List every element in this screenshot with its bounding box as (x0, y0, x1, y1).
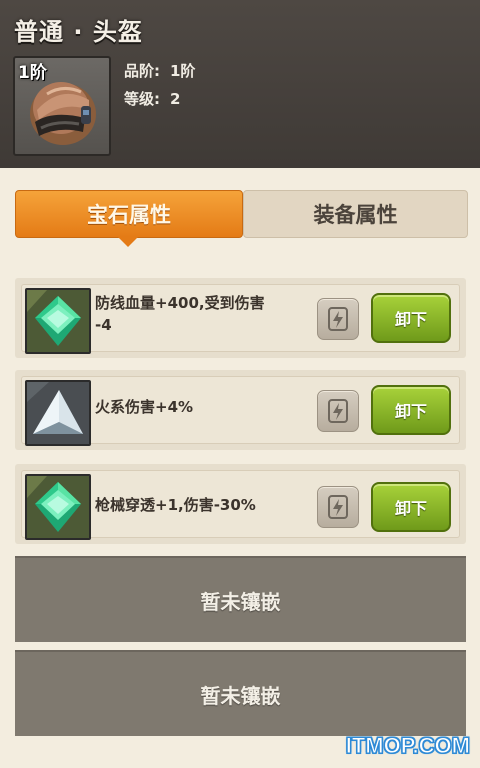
level-label: 等级: (124, 90, 160, 108)
watermark: ITMOP.COM (345, 733, 470, 759)
quality-stat: 品阶: 1阶 (124, 60, 195, 81)
item-title: 普通 · 头盔 (14, 18, 143, 46)
unload-button[interactable]: 卸下 (371, 385, 451, 435)
swap-icon (328, 495, 348, 519)
gem-effect-line1: 枪械穿透+1,伤害-30% (95, 496, 256, 514)
gem-effect-line1: 防线血量+400,受到伤害 (95, 294, 265, 312)
item-icon-frame[interactable]: 1阶 (13, 56, 111, 156)
gem-effect-text: 枪械穿透+1,伤害-30% (95, 494, 315, 516)
unload-button[interactable]: 卸下 (371, 293, 451, 343)
gem-effect-text: 火系伤害+4% (95, 396, 315, 418)
swap-button[interactable] (317, 298, 359, 340)
swap-button[interactable] (317, 390, 359, 432)
tab-equipment-attributes[interactable]: 装备属性 (243, 190, 468, 238)
gem-effect-line2: -4 (95, 316, 112, 334)
quality-value: 1阶 (170, 62, 196, 80)
tab-bar: 宝石属性 装备属性 (15, 190, 468, 247)
green-crystal-icon[interactable] (25, 288, 91, 354)
quality-label: 品阶: (124, 62, 160, 80)
gem-slot-1: 防线血量+400,受到伤害 -4 卸下 (15, 278, 466, 358)
white-triangle-crystal-icon[interactable] (25, 380, 91, 446)
gem-effect-line1: 火系伤害+4% (95, 398, 194, 416)
level-stat: 等级: 2 (124, 88, 180, 109)
swap-icon (328, 399, 348, 423)
empty-gem-slot[interactable]: 暂未镶嵌 (15, 650, 466, 736)
swap-icon (328, 307, 348, 331)
green-crystal-icon[interactable] (25, 474, 91, 540)
item-header: 普通 · 头盔 1阶 品阶: 1阶 等级: 2 (0, 0, 480, 168)
empty-gem-slot[interactable]: 暂未镶嵌 (15, 556, 466, 642)
tier-badge: 1阶 (18, 63, 47, 83)
tab-gem-attributes[interactable]: 宝石属性 (15, 190, 243, 247)
gem-slot-2: 火系伤害+4% 卸下 (15, 370, 466, 450)
gem-effect-text: 防线血量+400,受到伤害 -4 (95, 292, 315, 336)
unload-button[interactable]: 卸下 (371, 482, 451, 532)
gem-slot-3: 枪械穿透+1,伤害-30% 卸下 (15, 464, 466, 544)
swap-button[interactable] (317, 486, 359, 528)
level-value: 2 (170, 90, 181, 108)
